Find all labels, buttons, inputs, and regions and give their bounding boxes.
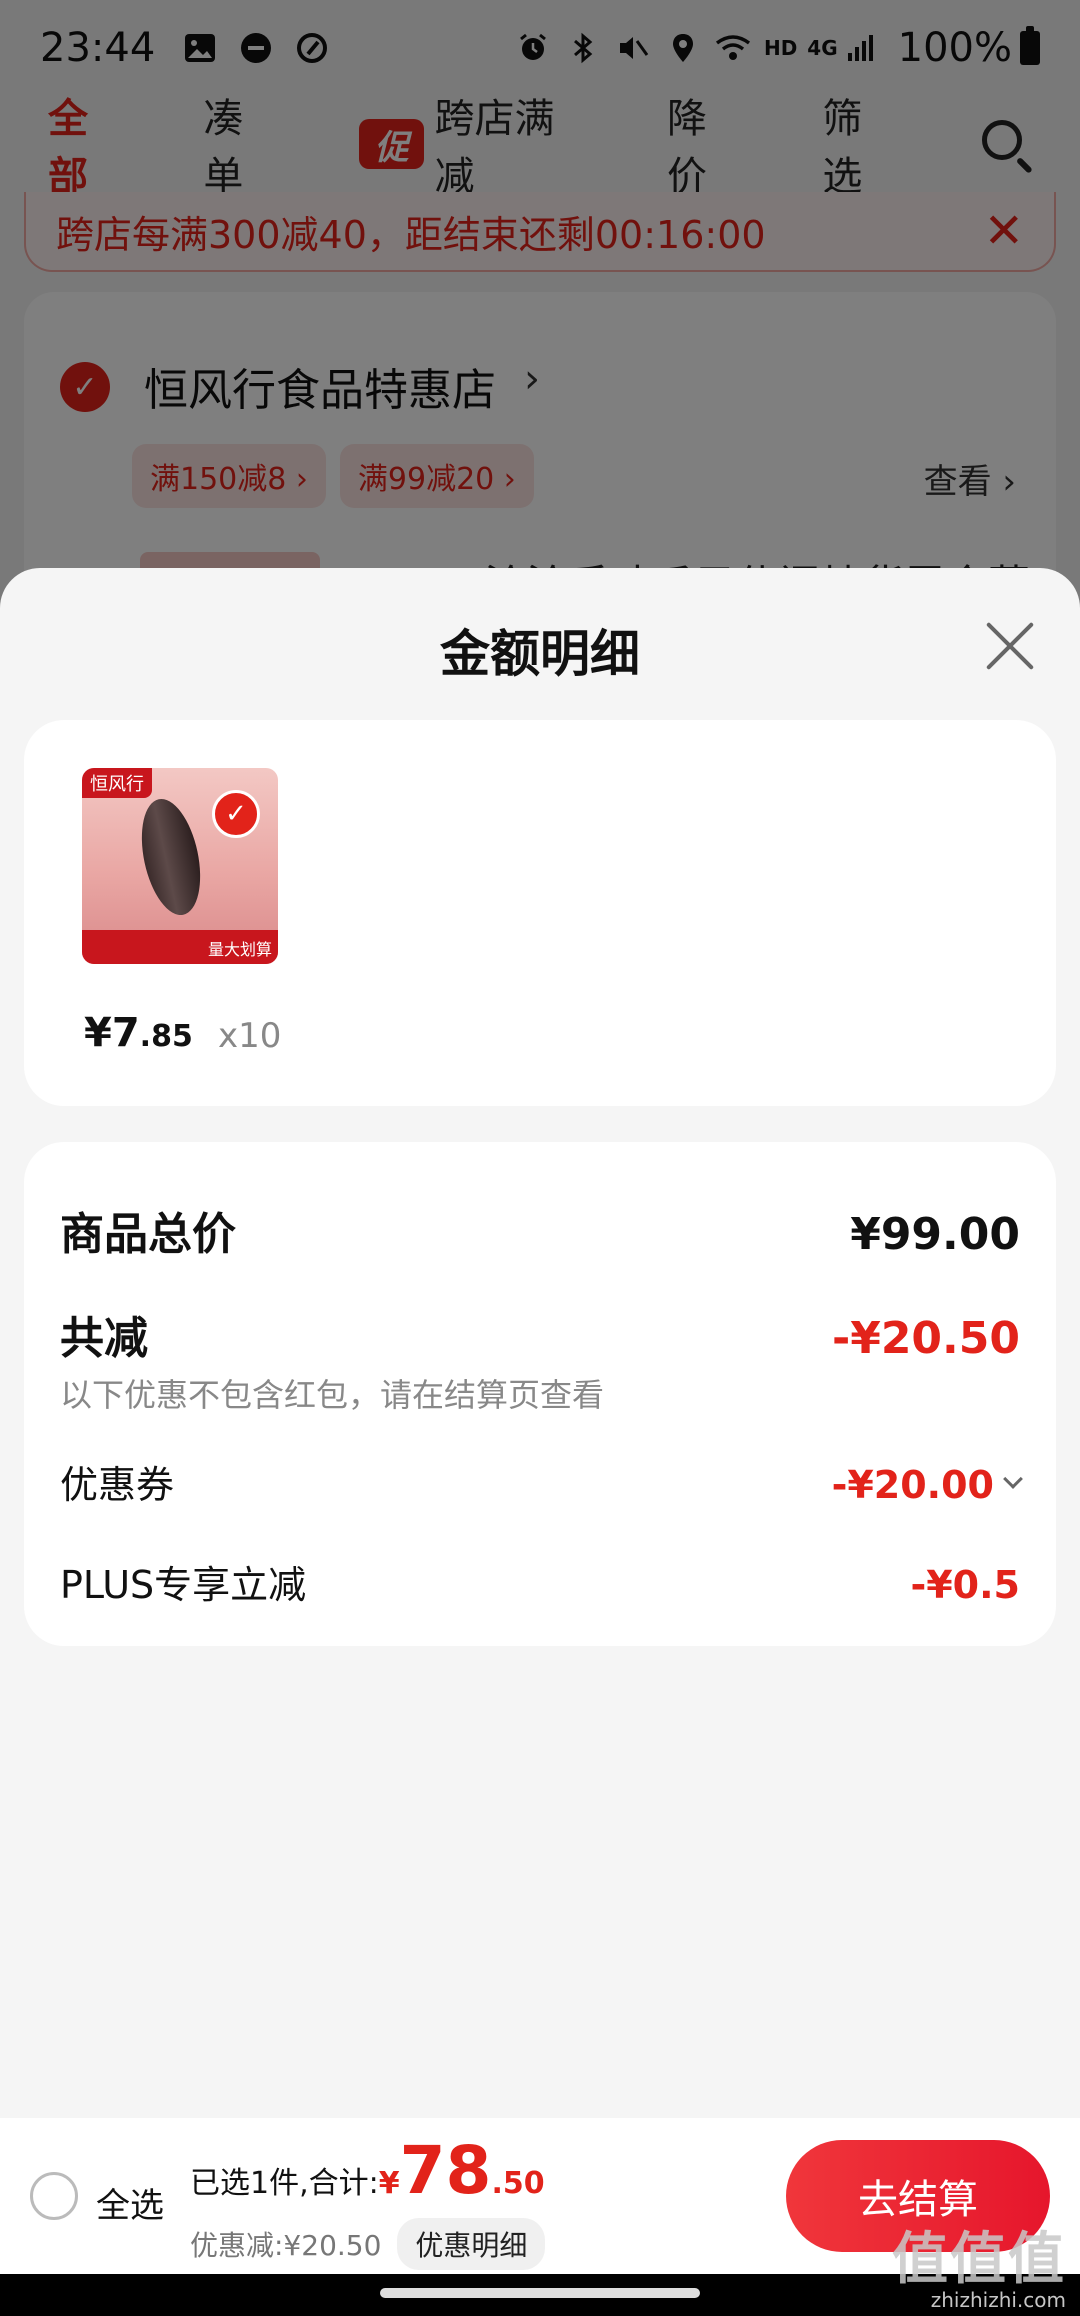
coupon-label: 优惠券	[60, 1463, 175, 1507]
reduce-note: 以下优惠不包含红包，请在结算页查看	[60, 1376, 605, 1414]
amount-detail-sheet: 金额明细 恒风行 量大划算 ✓ ¥7.85 x10 商品总价 ¥99.00 共减…	[0, 568, 1080, 2118]
select-all-checkbox[interactable]	[30, 2172, 78, 2220]
product-price-int: ¥7	[84, 1010, 140, 1056]
discount-text: 优惠减:¥20.50	[190, 2229, 382, 2262]
discount-line: 优惠减:¥20.50 优惠明细	[190, 2218, 546, 2270]
reduce-value: -¥20.50	[831, 1313, 1020, 1364]
watermark-logo: 值值值	[892, 2227, 1066, 2292]
product-band: 量大划算	[82, 930, 278, 964]
product-price-dec: .85	[139, 1019, 193, 1054]
total-label: 商品总价	[60, 1209, 236, 1260]
product-band-label: 量大划算	[207, 940, 272, 959]
select-all-label[interactable]: 全选	[96, 2178, 164, 2227]
total-row: 商品总价 ¥99.00	[60, 1198, 1020, 1262]
product-quantity: x10	[218, 1016, 282, 1056]
coupon-value-wrap: -¥20.00	[831, 1463, 1023, 1507]
watermark: 值值值 zhizhizhi.com	[892, 2227, 1066, 2313]
summary-label: 已选1件,合计:	[190, 2166, 379, 2201]
sheet-title: 金额明细	[440, 625, 640, 683]
product-brand-label: 恒风行	[82, 768, 152, 798]
amount-detail-card: 商品总价 ¥99.00 共减 -¥20.50 以下优惠不包含红包，请在结算页查看…	[24, 1142, 1056, 1646]
summary-currency: ¥	[378, 2166, 400, 2201]
summary-amount-dec: .50	[491, 2166, 545, 2201]
plus-label: PLUS专享立减	[60, 1563, 307, 1607]
product-card: 恒风行 量大划算 ✓ ¥7.85 x10	[24, 720, 1056, 1106]
chevron-down-icon[interactable]	[1003, 1469, 1023, 1489]
sunflower-seed-graphic	[132, 793, 210, 921]
discount-detail-button[interactable]: 优惠明细	[397, 2218, 546, 2270]
coupon-row[interactable]: 优惠券 -¥20.00	[60, 1454, 1023, 1509]
plus-value: -¥0.5	[910, 1563, 1020, 1607]
summary-line: 已选1件,合计: ¥ 78 .50	[190, 2138, 545, 2204]
reduce-label: 共减	[60, 1313, 148, 1364]
home-indicator[interactable]	[380, 2288, 700, 2298]
checkmark-icon: ✓	[212, 790, 260, 838]
summary-amount-int: 78	[399, 2132, 492, 2209]
reduce-row: 共减 -¥20.50	[60, 1302, 1020, 1366]
plus-row: PLUS专享立减 -¥0.5	[60, 1554, 1020, 1609]
close-icon[interactable]	[984, 620, 1036, 672]
product-image[interactable]: 恒风行 量大划算 ✓	[82, 768, 278, 964]
product-price: ¥7.85	[84, 1010, 193, 1056]
total-value: ¥99.00	[850, 1209, 1020, 1260]
coupon-value: -¥20.00	[831, 1463, 994, 1507]
